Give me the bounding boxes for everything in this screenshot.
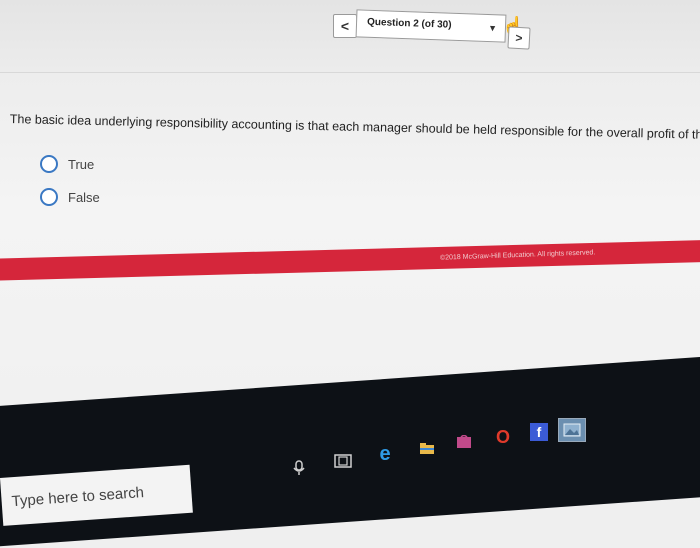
radio-button[interactable] xyxy=(40,155,58,173)
question-nav-bar: < Question 2 (of 30) ▼ ☝ > xyxy=(0,0,700,73)
option-false[interactable]: False xyxy=(40,188,100,206)
footer-band xyxy=(0,239,700,281)
caret-down-icon: ▼ xyxy=(487,22,498,34)
opera-icon[interactable]: O xyxy=(494,427,512,447)
chevron-left-icon: < xyxy=(340,18,350,34)
facebook-icon[interactable]: f xyxy=(530,423,548,441)
store-icon[interactable] xyxy=(455,434,473,450)
question-prompt: The basic idea underlying responsibility… xyxy=(9,112,700,142)
screen: < Question 2 (of 30) ▼ ☝ > The basic ide… xyxy=(0,0,700,548)
search-placeholder: Type here to search xyxy=(11,484,145,511)
previous-question-button[interactable]: < xyxy=(333,14,357,38)
option-label: True xyxy=(68,156,95,172)
edge-icon[interactable]: e xyxy=(375,443,395,465)
option-true[interactable]: True xyxy=(40,155,94,173)
option-label: False xyxy=(68,189,100,205)
microphone-icon[interactable] xyxy=(291,459,307,477)
chevron-right-icon: > xyxy=(515,30,523,46)
question-selector-label: Question 2 (of 30) xyxy=(366,16,452,31)
photos-icon[interactable] xyxy=(558,418,586,442)
file-explorer-icon[interactable] xyxy=(418,440,436,456)
question-selector[interactable]: Question 2 (of 30) ▼ xyxy=(355,9,507,43)
next-question-button[interactable]: > xyxy=(507,26,531,50)
task-view-icon[interactable] xyxy=(333,452,353,470)
radio-button[interactable] xyxy=(40,188,58,206)
